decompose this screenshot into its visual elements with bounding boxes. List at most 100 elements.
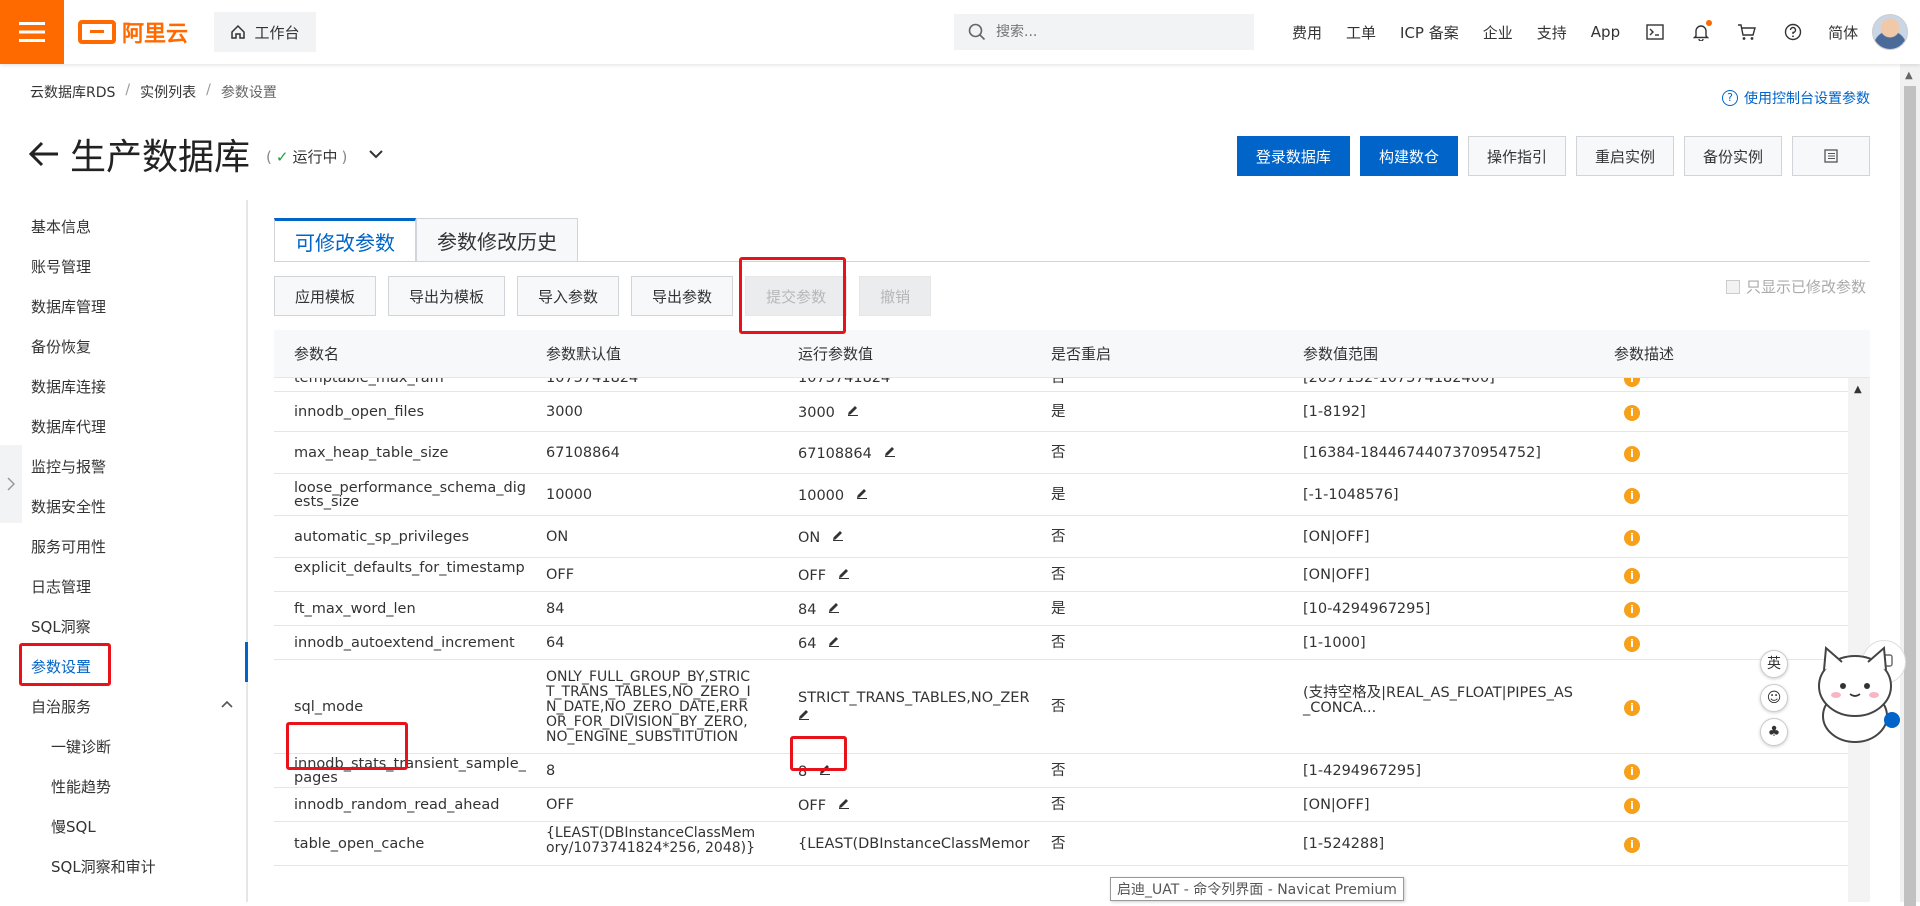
login-database-button[interactable]: 登录数据库 [1236,136,1350,176]
nav-icp[interactable]: ICP 备案 [1388,22,1471,43]
search-box[interactable] [954,14,1254,50]
chevron-up-icon[interactable] [220,697,234,713]
guide-button[interactable]: 操作指引 [1467,136,1566,176]
nav-billing[interactable]: 费用 [1280,22,1334,43]
sidebar-collapse-handle[interactable] [0,445,22,523]
accessibility-icon[interactable]: ☺ [1760,684,1788,712]
table-header: 参数名 参数默认值 运行参数值 是否重启 参数值范围 参数描述 [274,330,1870,378]
edit-icon[interactable] [838,797,850,814]
build-warehouse-button[interactable]: 构建数仓 [1359,136,1458,176]
tab-divider [274,261,1870,262]
terminal-icon[interactable] [1632,24,1678,40]
info-icon[interactable]: i [1624,567,1640,584]
console-help-link[interactable]: ? 使用控制台设置参数 [1722,88,1870,108]
restart-instance-button[interactable]: 重启实例 [1575,136,1674,176]
aliyun-logo[interactable]: 阿里云 [78,16,188,48]
tab-modifiable-params[interactable]: 可修改参数 [274,218,416,262]
info-icon[interactable]: i [1624,763,1640,780]
bell-icon[interactable] [1678,20,1724,41]
more-menu-button[interactable] [1792,136,1870,176]
sidebar-item-logs[interactable]: 日志管理 [31,576,91,597]
language-switch[interactable]: 简体 [1816,22,1870,43]
edit-icon[interactable] [819,763,831,780]
sidebar-item-sql-insight[interactable]: SQL洞察 [31,616,91,637]
breadcrumb-instance-list[interactable]: 实例列表 [140,82,196,102]
scroll-thumb[interactable] [1904,86,1916,906]
sidebar-item-parameters[interactable]: 参数设置 [31,656,91,677]
nav-tickets[interactable]: 工单 [1334,22,1388,43]
param-default: ON [546,529,569,545]
sidebar-item-backup[interactable]: 备份恢复 [31,336,91,357]
info-icon[interactable]: i [1624,445,1640,462]
sidebar-item-diagnosis[interactable]: 一键诊断 [51,736,111,757]
submit-params-button[interactable]: 提交参数 [745,276,848,316]
backup-instance-button[interactable]: 备份实例 [1683,136,1782,176]
chevron-down-icon[interactable] [368,144,384,165]
import-params-button[interactable]: 导入参数 [517,276,620,316]
apply-template-button[interactable]: 应用模板 [274,276,377,316]
sidebar-item-connection[interactable]: 数据库连接 [31,376,106,397]
user-avatar[interactable] [1872,14,1908,50]
sidebar-item-monitoring[interactable]: 监控与报警 [31,456,106,477]
help-icon[interactable] [1770,23,1816,41]
nav-app[interactable]: App [1579,23,1632,41]
nav-support[interactable]: 支持 [1525,22,1579,43]
menu-icon[interactable] [0,0,64,64]
info-icon[interactable]: i [1624,797,1640,814]
workbench-button[interactable]: 工作台 [214,12,316,52]
edit-icon[interactable] [838,567,850,584]
sidebar-item-basic-info[interactable]: 基本信息 [31,216,91,237]
tab-param-history[interactable]: 参数修改历史 [416,218,578,262]
info-icon[interactable]: i [1624,487,1640,504]
param-name: innodb_random_read_ahead [294,797,500,813]
status-paren: ) [341,147,348,166]
edit-icon[interactable] [847,404,859,421]
edit-icon[interactable] [832,529,844,546]
shirt-icon[interactable]: ♣ [1760,718,1788,746]
info-icon[interactable]: i [1624,699,1640,716]
mascot-cat-icon[interactable] [1810,638,1900,748]
info-icon[interactable]: i [1624,635,1640,652]
only-modified-checkbox[interactable] [1725,279,1740,294]
back-arrow-icon[interactable] [28,140,60,173]
scroll-up-icon[interactable]: ▲ [1905,70,1913,81]
edit-icon[interactable] [798,708,810,725]
edit-icon[interactable] [884,445,896,462]
sidebar-item-autonomy[interactable]: 自治服务 [31,696,91,717]
sidebar-item-performance[interactable]: 性能趋势 [51,776,111,797]
sidebar-item-accounts[interactable]: 账号管理 [31,256,91,277]
export-template-button[interactable]: 导出为模板 [388,276,506,316]
param-range: [1-1000] [1303,635,1366,651]
notification-dot [1706,20,1713,26]
edit-icon[interactable] [828,601,840,618]
sidebar-item-slow-sql[interactable]: 慢SQL [51,816,96,837]
sidebar-item-security[interactable]: 数据安全性 [31,496,106,517]
language-float-button[interactable]: 英 [1760,650,1788,678]
info-icon[interactable]: i [1624,529,1640,546]
edit-icon[interactable] [856,487,868,504]
header-restart: 是否重启 [1051,345,1112,363]
export-params-button[interactable]: 导出参数 [631,276,734,316]
info-icon[interactable]: i [1624,836,1640,853]
param-running: ON [798,529,1038,546]
window-scrollbar[interactable]: ▲ [1900,64,1920,906]
breadcrumb-rds[interactable]: 云数据库RDS [30,82,115,102]
info-icon[interactable]: i [1624,404,1640,421]
undo-button[interactable]: 撤销 [859,276,932,316]
search-icon [968,23,986,41]
parameter-tabs: 可修改参数 参数修改历史 [274,218,578,262]
only-modified-filter[interactable]: 只显示已修改参数 [1725,276,1866,297]
sidebar-item-sql-audit[interactable]: SQL洞察和审计 [51,856,156,877]
sidebar-item-proxy[interactable]: 数据库代理 [31,416,106,437]
scroll-up-icon[interactable]: ▲ [1854,384,1862,395]
table-body: temptable_max_ram 1073741824 1073741824 … [274,378,1848,902]
search-input[interactable] [996,24,1236,40]
sidebar-item-databases[interactable]: 数据库管理 [31,296,106,317]
help-link-label: 使用控制台设置参数 [1744,91,1870,107]
edit-icon[interactable] [828,635,840,652]
info-icon[interactable]: i [1624,601,1640,618]
nav-enterprise[interactable]: 企业 [1471,22,1525,43]
cart-icon[interactable] [1724,23,1770,41]
sidebar-item-availability[interactable]: 服务可用性 [31,536,106,557]
info-icon[interactable]: i [1624,378,1640,387]
